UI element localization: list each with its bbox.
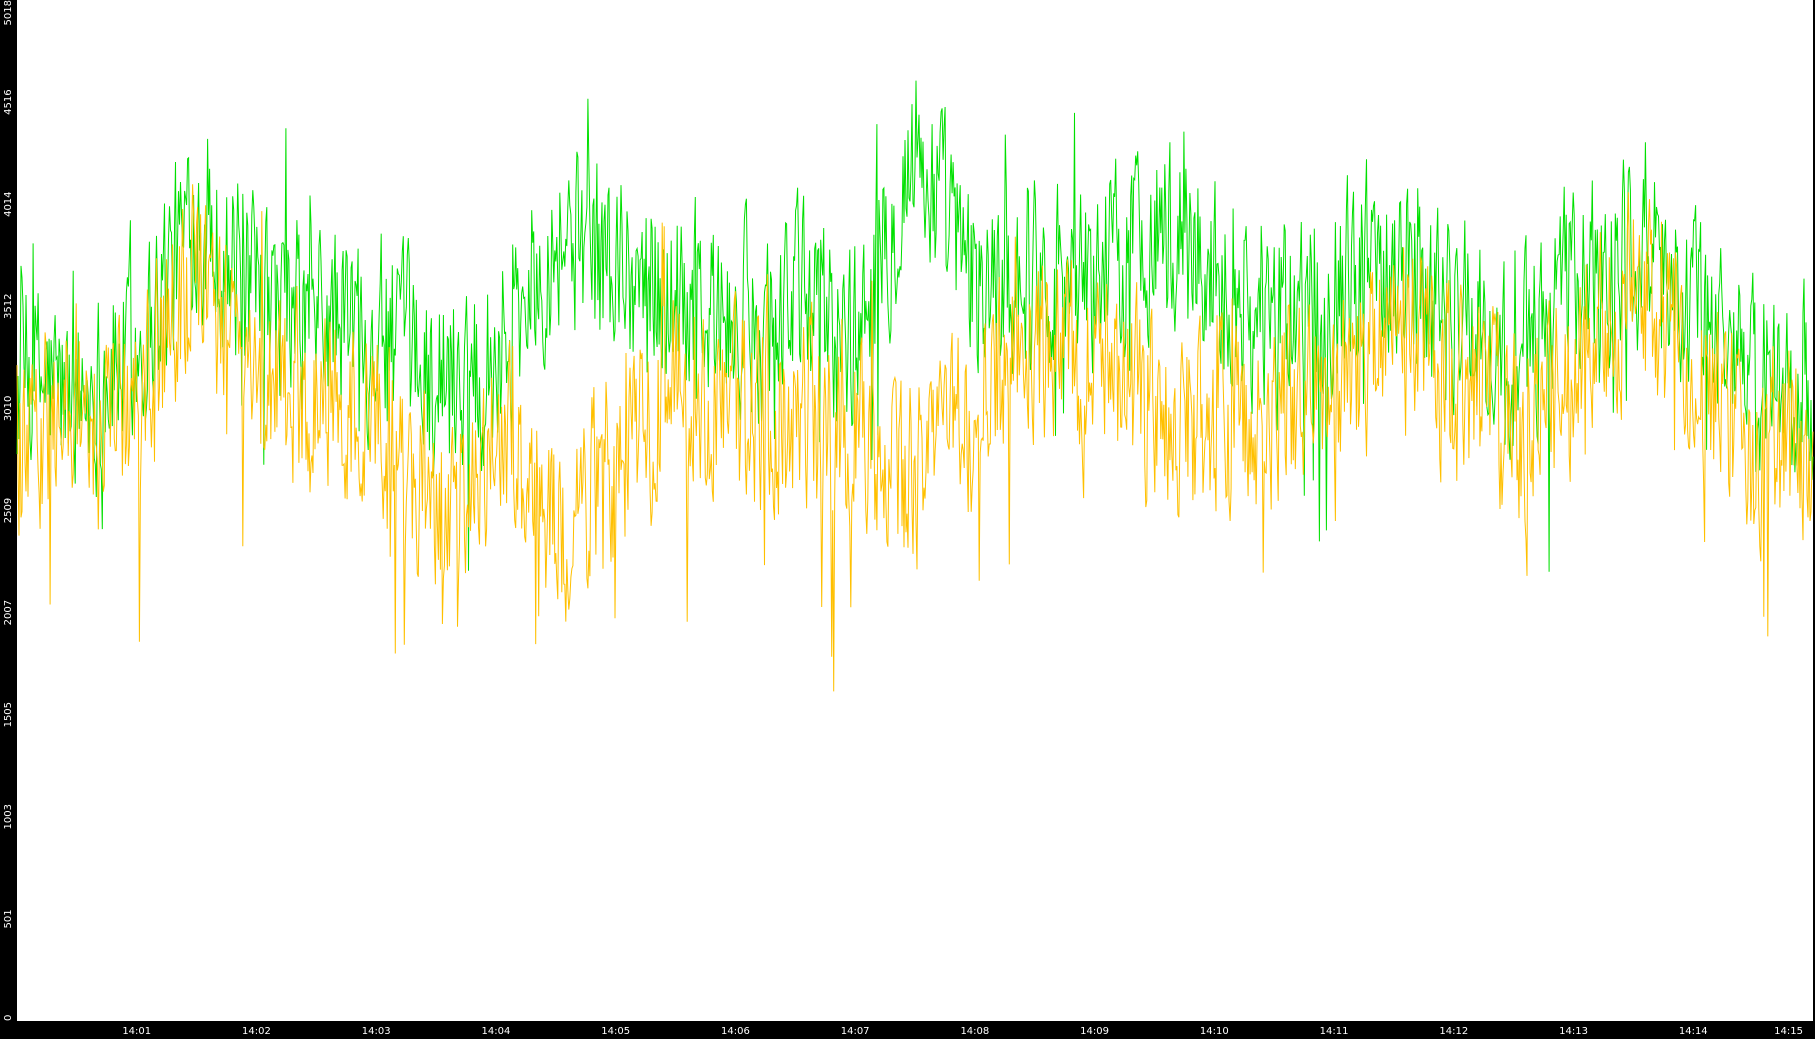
- x-tick-label: 14:15: [1774, 1026, 1803, 1037]
- y-tick-label: 1505: [3, 702, 14, 727]
- y-tick-label: 2509: [3, 498, 14, 523]
- x-tick-label: 14:13: [1559, 1026, 1588, 1037]
- y-tick-label: 0: [3, 1015, 14, 1021]
- y-axis: 0 501 1003 1505 2007 2509 3010 3512 4014 4516 5018: [3, 0, 14, 1021]
- y-tick-label: 1003: [3, 804, 14, 829]
- x-tick-label: 14:12: [1439, 1026, 1468, 1037]
- y-tick-label: 3010: [3, 396, 14, 421]
- x-tick-label: 14:08: [960, 1026, 989, 1037]
- y-tick-label: 4014: [3, 191, 14, 216]
- y-tick-label: 2007: [3, 600, 14, 625]
- x-tick-label: 14:10: [1200, 1026, 1229, 1037]
- x-tick-label: 14:07: [841, 1026, 870, 1037]
- x-tick-label: 14:05: [601, 1026, 630, 1037]
- y-tick-label: 3512: [3, 294, 14, 319]
- y-tick-label: 5018: [3, 0, 14, 25]
- x-tick-label: 14:04: [482, 1026, 511, 1037]
- x-tick-label: 14:09: [1080, 1026, 1109, 1037]
- x-tick-label: 14:11: [1320, 1026, 1349, 1037]
- x-tick-label: 14:03: [362, 1026, 391, 1037]
- x-tick-label: 14:14: [1679, 1026, 1708, 1037]
- x-tick-label: 14:02: [242, 1026, 271, 1037]
- y-tick-label: 4516: [3, 89, 14, 114]
- x-tick-label: 14:01: [122, 1026, 151, 1037]
- x-axis: 14:01 14:02 14:03 14:04 14:05 14:06 14:07 14:08…: [122, 1026, 1803, 1037]
- x-tick-label: 14:06: [721, 1026, 750, 1037]
- line-chart: 0 501 1003 1505 2007 2509 3010 3512 4014 4516 5018…: [3, 0, 1814, 1037]
- chart: 0 501 1003 1505 2007 2509 3010 3512 4014 4516 5018…: [0, 0, 1815, 1039]
- y-tick-label: 501: [3, 909, 14, 928]
